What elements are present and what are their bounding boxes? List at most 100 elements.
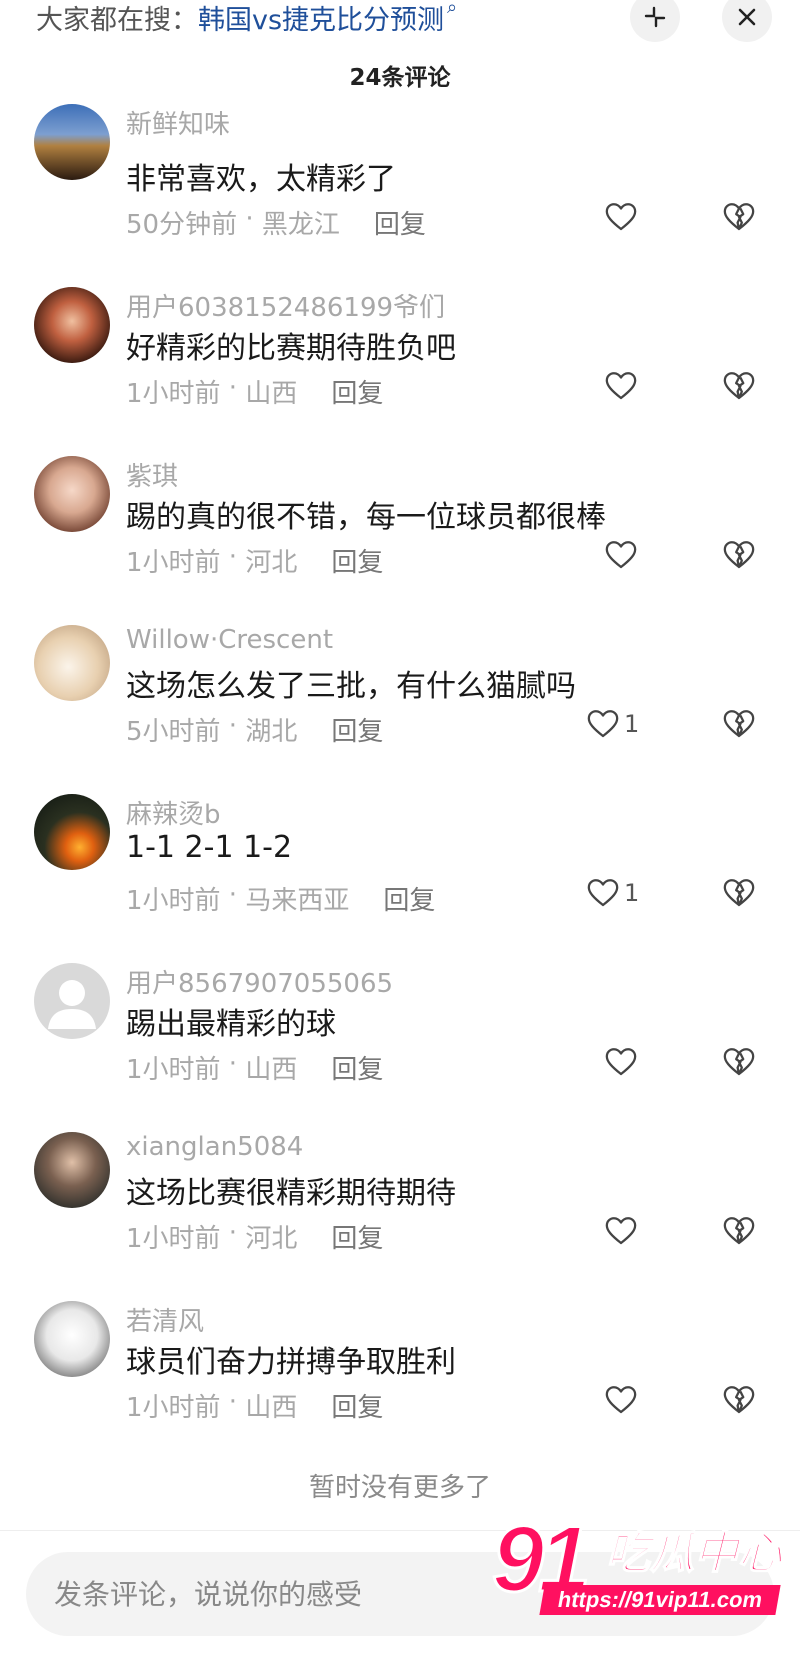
comment-meta: 1小时前 · 山西 回复 xyxy=(126,373,383,410)
meta-separator: · xyxy=(220,1387,246,1417)
like-button[interactable] xyxy=(604,200,638,234)
like-button[interactable] xyxy=(604,538,638,572)
reply-button[interactable]: 回复 xyxy=(374,204,426,241)
user-avatar[interactable] xyxy=(34,456,110,532)
heart-icon xyxy=(605,372,637,400)
dislike-button[interactable] xyxy=(722,1214,756,1252)
reply-button[interactable]: 回复 xyxy=(383,880,435,917)
close-button[interactable] xyxy=(722,0,772,42)
no-more-text: 暂时没有更多了 xyxy=(308,1473,491,1503)
like-button[interactable] xyxy=(604,369,638,403)
dislike-button[interactable] xyxy=(722,1045,756,1083)
watermark-url: https://91vip11.com xyxy=(539,1585,781,1615)
comment-item: 若清风 球员们奋力拼搏争取胜利 1小时前 · 山西 回复 xyxy=(0,1301,800,1470)
meta-separator: · xyxy=(220,711,246,741)
comment-text: 踢的真的很不错，每一位球员都很棒 xyxy=(126,500,606,535)
meta-separator: · xyxy=(237,204,262,234)
dislike-button[interactable] xyxy=(722,707,756,745)
user-avatar[interactable] xyxy=(34,104,110,180)
like-button[interactable]: 1 xyxy=(586,876,639,910)
user-avatar[interactable] xyxy=(34,1301,110,1377)
user-avatar[interactable] xyxy=(34,963,110,1039)
comment-username[interactable]: Willow·Crescent xyxy=(126,625,333,655)
comment-text: 1-1 2-1 1-2 xyxy=(126,830,293,865)
broken-heart-icon xyxy=(723,710,755,738)
comment-region: 黑龙江 xyxy=(261,210,340,240)
comment-text: 球员们奋力拼搏争取胜利 xyxy=(126,1345,456,1380)
like-count: 1 xyxy=(624,879,640,907)
comment-region: 山西 xyxy=(245,379,298,409)
comment-item: xianglan5084 这场比赛很精彩期待期待 1小时前 · 河北 回复 xyxy=(0,1132,800,1301)
dislike-button[interactable] xyxy=(722,876,756,914)
comment-meta: 1小时前 · 山西 回复 xyxy=(126,1387,383,1424)
comment-meta: 1小时前 · 山西 回复 xyxy=(126,1049,383,1086)
broken-heart-icon xyxy=(723,541,755,569)
meta-separator: · xyxy=(220,373,246,403)
like-button[interactable] xyxy=(604,1214,638,1248)
comment-username[interactable]: 新鲜知味 xyxy=(126,104,230,141)
broken-heart-icon xyxy=(723,1048,755,1076)
like-button[interactable]: 1 xyxy=(586,707,639,741)
comment-username[interactable]: 用户6038152486199爷们 xyxy=(126,287,445,324)
comment-text: 这场比赛很精彩期待期待 xyxy=(126,1176,456,1211)
comment-meta: 5小时前 · 湖北 回复 xyxy=(126,711,383,748)
comment-item: 麻辣烫b 1-1 2-1 1-2 1小时前 · 马来西亚 回复 1 xyxy=(0,794,800,963)
heart-icon xyxy=(605,1386,637,1414)
comment-meta: 1小时前 · 河北 回复 xyxy=(126,1218,383,1255)
reply-button[interactable]: 回复 xyxy=(331,711,383,748)
broken-heart-icon xyxy=(723,879,755,907)
comment-region: 马来西亚 xyxy=(245,886,350,916)
comment-username[interactable]: 麻辣烫b xyxy=(126,794,221,831)
comment-region: 河北 xyxy=(245,548,298,578)
meta-separator: · xyxy=(220,1049,246,1079)
dislike-button[interactable] xyxy=(722,369,756,407)
search-suggestion[interactable]: 大家都在搜： 韩国vs捷克比分预测 ⌕ xyxy=(36,0,457,37)
dislike-button[interactable] xyxy=(722,200,756,238)
reply-button[interactable]: 回复 xyxy=(331,1049,383,1086)
comment-username[interactable]: 紫琪 xyxy=(126,456,178,493)
default-avatar-icon xyxy=(48,980,96,1029)
comment-item: Willow·Crescent 这场怎么发了三批，有什么猫腻吗 5小时前 · 湖北 回… xyxy=(0,625,800,794)
reply-button[interactable]: 回复 xyxy=(331,373,383,410)
heart-icon xyxy=(605,203,637,231)
comment-username[interactable]: 用户8567907055065 xyxy=(126,963,393,1000)
reply-button[interactable]: 回复 xyxy=(331,1387,383,1424)
comment-time: 5小时前 xyxy=(126,717,221,747)
broken-heart-icon xyxy=(723,1386,755,1414)
broken-heart-icon xyxy=(723,203,755,231)
search-prefix: 大家都在搜： xyxy=(36,4,198,36)
collapse-button[interactable] xyxy=(630,0,680,42)
user-avatar[interactable] xyxy=(34,625,110,701)
close-icon xyxy=(738,8,756,26)
reply-button[interactable]: 回复 xyxy=(331,1218,383,1255)
heart-icon xyxy=(605,1048,637,1076)
comment-username[interactable]: 若清风 xyxy=(126,1301,204,1338)
comment-text: 好精彩的比赛期待胜负吧 xyxy=(126,331,456,366)
dislike-button[interactable] xyxy=(722,538,756,576)
watermark-logo: 91 吃瓜中心 https://91vip11.com xyxy=(491,1505,792,1645)
dislike-button[interactable] xyxy=(722,1383,756,1421)
heart-icon xyxy=(587,710,619,738)
comment-region: 湖北 xyxy=(245,717,298,747)
comment-region: 山西 xyxy=(245,1393,298,1423)
comment-text: 这场怎么发了三批，有什么猫腻吗 xyxy=(126,669,576,704)
meta-separator: · xyxy=(220,1218,246,1248)
user-avatar[interactable] xyxy=(34,1132,110,1208)
comment-item: 紫琪 踢的真的很不错，每一位球员都很棒 1小时前 · 河北 回复 xyxy=(0,456,800,625)
comment-list: 新鲜知味 非常喜欢，太精彩了 50分钟前 · 黑龙江 回复 用户603815248619… xyxy=(0,104,800,1470)
like-button[interactable] xyxy=(604,1045,638,1079)
comment-meta: 1小时前 · 马来西亚 回复 xyxy=(126,880,435,917)
user-avatar[interactable] xyxy=(34,794,110,870)
comment-time: 1小时前 xyxy=(126,1224,221,1254)
comment-time: 50分钟前 xyxy=(126,210,238,240)
comment-meta: 50分钟前 · 黑龙江 回复 xyxy=(126,204,426,241)
search-keyword[interactable]: 韩国vs捷克比分预测 xyxy=(198,0,444,37)
comment-meta: 1小时前 · 河北 回复 xyxy=(126,542,383,579)
comment-text: 踢出最精彩的球 xyxy=(126,1007,336,1042)
reply-button[interactable]: 回复 xyxy=(331,542,383,579)
like-button[interactable] xyxy=(604,1383,638,1417)
user-avatar[interactable] xyxy=(34,287,110,363)
like-count: 1 xyxy=(624,710,640,738)
heart-icon xyxy=(605,1217,637,1245)
comment-username[interactable]: xianglan5084 xyxy=(126,1132,303,1162)
